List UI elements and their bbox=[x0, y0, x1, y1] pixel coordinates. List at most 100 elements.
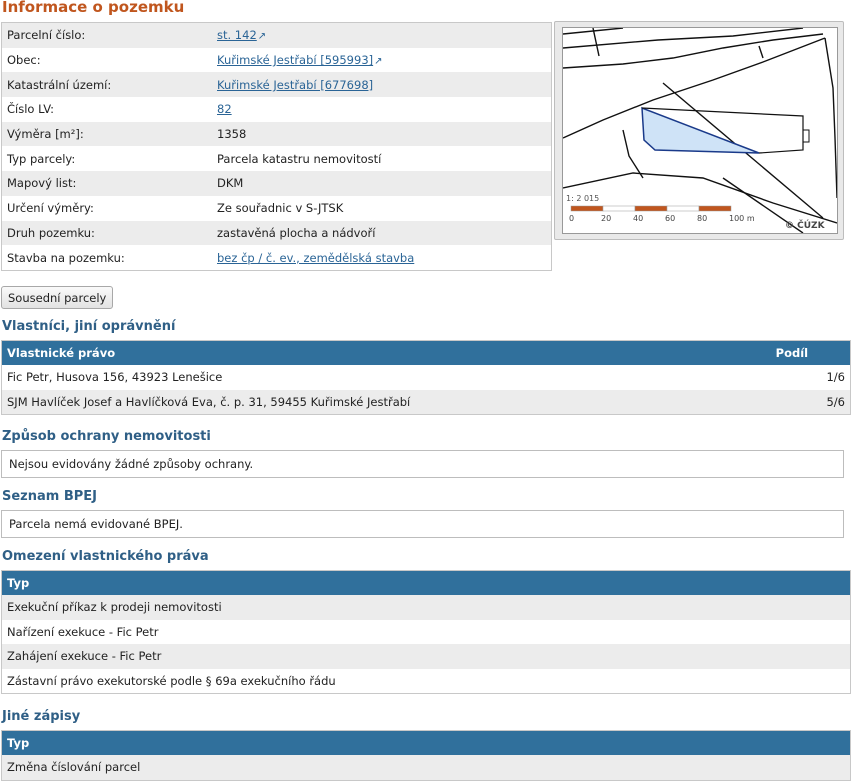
external-link-icon[interactable]: ↗ bbox=[374, 56, 382, 67]
info-row: Katastrální území: Kuřimské Jestřabí [677… bbox=[1, 72, 552, 98]
info-label-text: Určení výměry: bbox=[7, 201, 94, 216]
info-value[interactable]: bez čp / č. ev., zemědělská stavba bbox=[212, 245, 552, 271]
scale-segment bbox=[602, 205, 636, 212]
table-row: Zástavní právo exekutorské podle § 69a e… bbox=[1, 668, 851, 694]
info-row: Výměra [m²]: 1358 bbox=[1, 121, 552, 147]
ownership-header-right: Vlastnické právo bbox=[1, 340, 771, 365]
info-label: Katastrální území: bbox=[1, 72, 212, 98]
info-row: Mapový list: DKM bbox=[1, 171, 552, 196]
restrictions-table: Typ Exekuční příkaz k prodeji nemovitost… bbox=[1, 570, 851, 694]
table-row: Zahájení exekuce - Fic Petr bbox=[1, 644, 851, 669]
info-label: Určení výměry: bbox=[1, 195, 212, 221]
parcel-info-table: Parcelní číslo: st. 142↗ Obec: Kuřimské Jes… bbox=[1, 22, 552, 271]
scale-tick-label: 80 bbox=[697, 214, 707, 223]
page-title: Informace o pozemku bbox=[2, 0, 185, 16]
info-value: 1358 bbox=[212, 121, 552, 147]
scale-segment bbox=[634, 205, 668, 212]
scale-segment bbox=[666, 205, 700, 212]
restrictions-type: Nařízení exekuce - Fic Petr bbox=[1, 619, 851, 644]
info-value[interactable]: st. 142↗ bbox=[212, 22, 552, 48]
table-row: Fic Petr, Husova 156, 43923 Lenešice 1/6 bbox=[1, 365, 851, 390]
restrictions-type: Exekuční příkaz k prodeji nemovitosti bbox=[1, 595, 851, 620]
info-label: Typ parcely: bbox=[1, 146, 212, 172]
info-value[interactable]: 82 bbox=[212, 97, 552, 122]
parcel-map[interactable]: 0 20 40 60 80 100 m 1: 2 015 © ČÚZK bbox=[562, 27, 838, 234]
bpej-note: Parcela nemá evidované BPEJ. bbox=[1, 510, 844, 538]
restrictions-type: Zástavní právo exekutorské podle § 69a e… bbox=[1, 668, 851, 694]
table-row: Změna číslování parcel bbox=[1, 755, 851, 780]
info-row: Číslo LV: 82 bbox=[1, 97, 552, 122]
info-label: Výměra [m²]: bbox=[1, 121, 212, 147]
info-label-text: Stavba na pozemku: bbox=[7, 250, 125, 265]
scale-tick-label: 100 m bbox=[729, 214, 755, 223]
owner-name: Fic Petr, Husova 156, 43923 Lenešice bbox=[1, 365, 771, 390]
info-label-text: Parcelní číslo: bbox=[7, 28, 86, 43]
info-value-link[interactable]: bez čp / č. ev., zemědělská stavba bbox=[217, 251, 414, 265]
info-value[interactable]: Kuřimské Jestřabí [677698] bbox=[212, 72, 552, 98]
info-row: Parcelní číslo: st. 142↗ bbox=[1, 22, 552, 48]
info-value: DKM bbox=[212, 171, 552, 196]
svg-text:© ČÚZK: © ČÚZK bbox=[785, 219, 826, 231]
scale-tick-label: 0 bbox=[569, 214, 574, 223]
info-label-text: Výměra [m²]: bbox=[7, 127, 84, 142]
other-entries-section-title: Jiné zápisy bbox=[2, 709, 81, 724]
restrictions-type: Zahájení exekuce - Fic Petr bbox=[1, 644, 851, 669]
info-label-text: Číslo LV: bbox=[7, 102, 55, 117]
other-type: Změna číslování parcel bbox=[1, 755, 851, 780]
restrictions-header-type: Typ bbox=[1, 570, 851, 595]
info-value-link[interactable]: 82 bbox=[217, 102, 232, 116]
info-value: Ze souřadnic v S-JTSK bbox=[212, 195, 552, 221]
info-label-text: Typ parcely: bbox=[7, 151, 76, 166]
info-value-text: DKM bbox=[217, 176, 244, 191]
map-canvas: 0 20 40 60 80 100 m 1: 2 015 © ČÚZK bbox=[563, 28, 837, 233]
info-row: Určení výměry: Ze souřadnic v S-JTSK bbox=[1, 195, 552, 221]
svg-text:1: 2 015: 1: 2 015 bbox=[566, 194, 599, 203]
info-label: Číslo LV: bbox=[1, 97, 212, 122]
info-row: Druh pozemku: zastavěná plocha a nádvoří bbox=[1, 220, 552, 246]
scale-tick-label: 40 bbox=[633, 214, 643, 223]
info-label: Stavba na pozemku: bbox=[1, 245, 212, 271]
parcel-map-panel: 0 20 40 60 80 100 m 1: 2 015 © ČÚZK bbox=[554, 21, 844, 240]
protection-note: Nejsou evidovány žádné způsoby ochrany. bbox=[1, 450, 844, 478]
info-value-link[interactable]: Kuřimské Jestřabí [677698] bbox=[217, 78, 373, 92]
table-row: Nařízení exekuce - Fic Petr bbox=[1, 619, 851, 644]
table-row: SJM Havlíček Josef a Havlíčková Eva, č. … bbox=[1, 389, 851, 415]
info-row: Obec: Kuřimské Jestřabí [595993]↗ bbox=[1, 47, 552, 73]
bpej-section-title: Seznam BPEJ bbox=[2, 489, 97, 504]
info-value-text: Ze souřadnic v S-JTSK bbox=[217, 201, 344, 216]
protection-section-title: Způsob ochrany nemovitosti bbox=[2, 429, 211, 444]
info-label: Obec: bbox=[1, 47, 212, 73]
info-value-link[interactable]: st. 142 bbox=[217, 28, 257, 42]
info-row: Typ parcely: Parcela katastru nemovitostí bbox=[1, 146, 552, 172]
ownership-section-title: Vlastníci, jiní oprávnění bbox=[2, 319, 176, 334]
ownership-table: Vlastnické právo Podíl Fic Petr, Husova … bbox=[1, 340, 851, 415]
info-value: zastavěná plocha a nádvoří bbox=[212, 220, 552, 246]
other-header-type: Typ bbox=[1, 730, 851, 755]
owner-name: SJM Havlíček Josef a Havlíčková Eva, č. … bbox=[1, 389, 771, 415]
info-label-text: Obec: bbox=[7, 53, 41, 68]
scale-tick-label: 20 bbox=[601, 214, 611, 223]
info-label-text: Druh pozemku: bbox=[7, 225, 95, 240]
info-label: Druh pozemku: bbox=[1, 220, 212, 246]
info-label-text: Mapový list: bbox=[7, 176, 77, 191]
owner-share: 1/6 bbox=[770, 365, 851, 390]
info-label: Mapový list: bbox=[1, 171, 212, 196]
scale-segment bbox=[570, 205, 604, 212]
scale-tick-label: 60 bbox=[665, 214, 675, 223]
ownership-header-share: Podíl bbox=[770, 340, 851, 365]
restrictions-section-title: Omezení vlastnického práva bbox=[2, 549, 209, 564]
external-link-icon[interactable]: ↗ bbox=[258, 31, 266, 42]
table-row: Exekuční příkaz k prodeji nemovitosti bbox=[1, 595, 851, 620]
scale-segment bbox=[698, 205, 732, 212]
info-value-text: zastavěná plocha a nádvoří bbox=[217, 225, 376, 240]
info-value: Parcela katastru nemovitostí bbox=[212, 146, 552, 172]
neighbor-parcels-button[interactable]: Sousední parcely bbox=[1, 286, 114, 309]
other-entries-table: Typ Změna číslování parcel bbox=[1, 730, 851, 781]
info-row: Stavba na pozemku: bez čp / č. ev., zeměd… bbox=[1, 245, 552, 271]
info-value-text: Parcela katastru nemovitostí bbox=[217, 151, 382, 166]
info-value[interactable]: Kuřimské Jestřabí [595993]↗ bbox=[212, 47, 552, 73]
owner-share: 5/6 bbox=[770, 389, 851, 415]
info-label: Parcelní číslo: bbox=[1, 22, 212, 48]
info-value-link[interactable]: Kuřimské Jestřabí [595993] bbox=[217, 53, 373, 67]
info-value-text: 1358 bbox=[217, 127, 247, 142]
